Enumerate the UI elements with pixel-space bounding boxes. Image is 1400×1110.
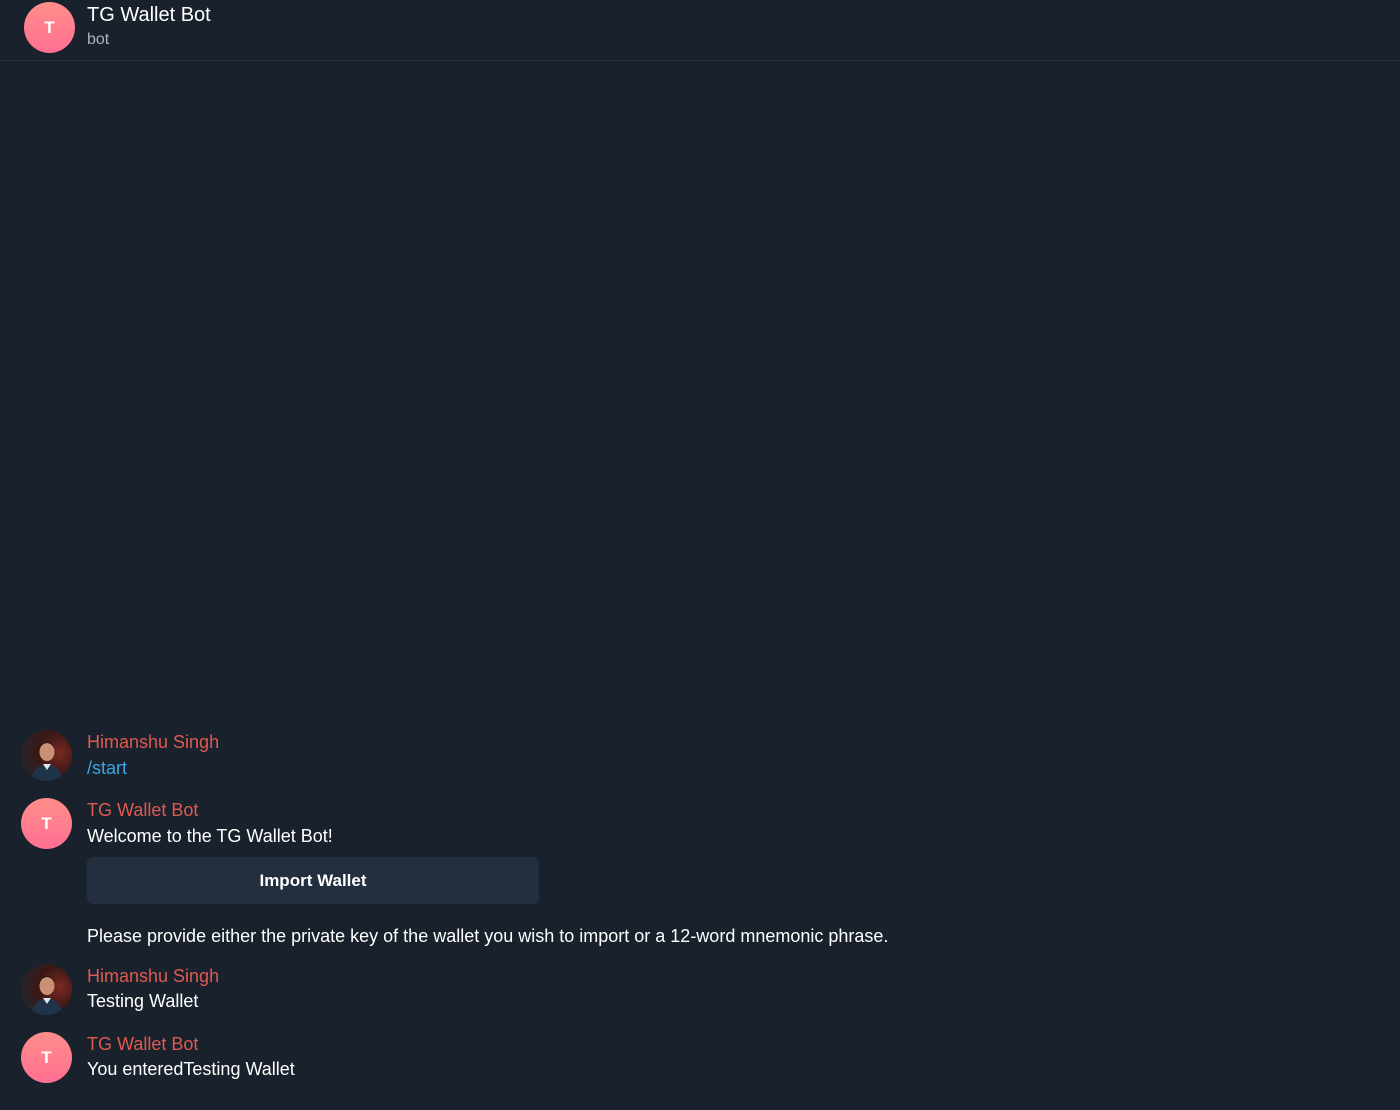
bot-avatar[interactable]: T <box>21 1032 72 1083</box>
bot-avatar[interactable]: T <box>21 798 72 849</box>
user-avatar[interactable] <box>21 730 72 781</box>
message-sender-name[interactable]: TG Wallet Bot <box>87 1034 198 1055</box>
command-link[interactable]: /start <box>87 758 127 779</box>
user-avatar[interactable] <box>21 964 72 1015</box>
chat-header[interactable]: T TG Wallet Bot bot <box>0 0 1400 61</box>
message-text: You enteredTesting Wallet <box>87 1059 295 1079</box>
message-sender-name[interactable]: Himanshu Singh <box>87 966 219 987</box>
chat-window: T TG Wallet Bot bot Himanshu Singh /star… <box>0 0 1400 1110</box>
message-text: Testing Wallet <box>87 991 199 1011</box>
message-text: Welcome to the TG Wallet Bot! <box>87 826 333 846</box>
import-wallet-button[interactable]: Import Wallet <box>87 857 539 904</box>
message-text: Please provide either the private key of… <box>87 926 889 946</box>
chat-title: TG Wallet Bot <box>87 4 211 26</box>
bot-avatar[interactable]: T <box>24 2 75 53</box>
chat-subtitle: bot <box>87 31 110 48</box>
user-photo-icon <box>31 742 63 781</box>
message-sender-name[interactable]: Himanshu Singh <box>87 732 219 753</box>
user-photo-icon <box>31 976 63 1015</box>
message-sender-name[interactable]: TG Wallet Bot <box>87 800 198 821</box>
